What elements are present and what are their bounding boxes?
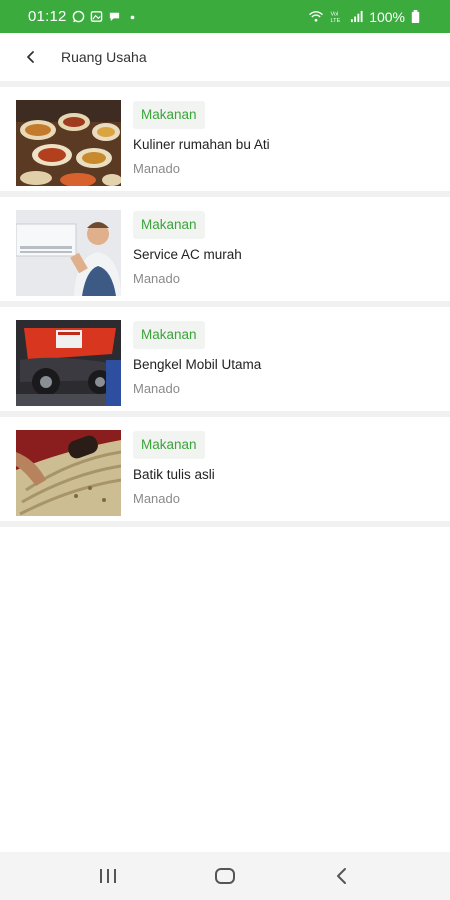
ac-technician-photo — [16, 210, 121, 296]
back-icon — [336, 868, 346, 884]
chat-icon — [109, 12, 119, 22]
recents-icon — [100, 869, 117, 883]
svg-text:Vol: Vol — [331, 12, 339, 18]
home-button[interactable] — [205, 861, 245, 891]
wifi-icon — [309, 11, 324, 22]
item-location: Manado — [133, 271, 180, 286]
batik-canting-photo — [16, 430, 121, 516]
signal-icon — [351, 10, 363, 23]
back-button[interactable] — [19, 45, 43, 69]
item-location: Manado — [133, 381, 180, 396]
category-badge: Makanan — [133, 431, 205, 459]
status-left: 01:12 — [28, 8, 139, 25]
list-item[interactable]: Makanan Bengkel Mobil Utama Manado — [0, 307, 450, 417]
arrow-left-icon — [27, 51, 34, 63]
status-right: Vol LTE 100% — [308, 9, 420, 25]
recents-button[interactable] — [88, 861, 128, 891]
list-item[interactable]: Makanan Kuliner rumahan bu Ati Manado — [0, 87, 450, 197]
status-bar: 01:12 Vol LTE 100% — [0, 0, 450, 33]
list-item[interactable]: Makanan Service AC murah Manado — [0, 197, 450, 307]
car-lift-photo — [16, 320, 121, 406]
food-platter-photo — [16, 100, 121, 186]
battery-icon — [411, 10, 420, 23]
page-title: Ruang Usaha — [61, 49, 147, 65]
business-list: Makanan Kuliner rumahan bu Ati Manado Ma… — [0, 87, 450, 527]
home-icon — [214, 868, 235, 884]
item-location: Manado — [133, 491, 180, 506]
app-bar: Ruang Usaha — [0, 33, 450, 81]
category-badge: Makanan — [133, 101, 205, 129]
battery-percent: 100% — [369, 8, 405, 25]
category-badge: Makanan — [133, 321, 205, 349]
category-badge: Makanan — [133, 211, 205, 239]
dot-icon — [130, 15, 134, 20]
item-title: Bengkel Mobil Utama — [133, 357, 262, 372]
svg-text:LTE: LTE — [331, 18, 341, 23]
list-item[interactable]: Makanan Batik tulis asli Manado — [0, 417, 450, 527]
item-title: Batik tulis asli — [133, 467, 215, 482]
nav-back-button[interactable] — [322, 861, 362, 891]
item-title: Service AC murah — [133, 247, 242, 262]
gallery-icon — [90, 11, 102, 22]
whatsapp-icon — [72, 10, 84, 23]
system-nav-bar — [0, 852, 450, 900]
status-time: 01:12 — [28, 8, 67, 25]
item-title: Kuliner rumahan bu Ati — [133, 137, 270, 152]
volte-icon: VolLTE — [331, 12, 341, 23]
item-location: Manado — [133, 161, 180, 176]
